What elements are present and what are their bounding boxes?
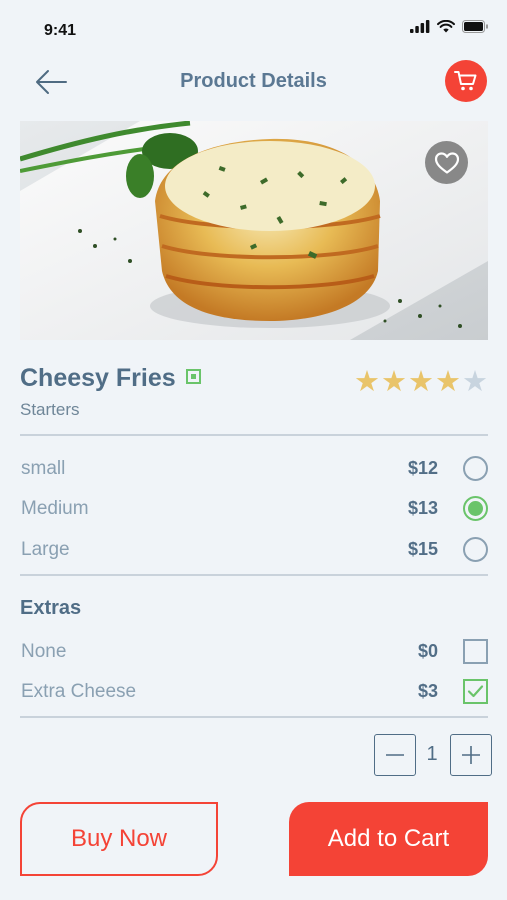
star-filled-icon: ★ — [381, 364, 407, 398]
food-photo — [20, 121, 488, 340]
star-filled-icon: ★ — [408, 364, 434, 398]
rating-stars: ★ ★ ★ ★ ★ — [354, 366, 488, 396]
size-label: Large — [21, 539, 70, 560]
extra-label: Extra Cheese — [21, 681, 137, 702]
divider — [20, 434, 488, 436]
veg-indicator-icon — [186, 369, 202, 384]
cellular-signal-icon — [410, 20, 430, 38]
extra-label: None — [21, 641, 67, 662]
size-option-large[interactable]: Large $15 — [20, 535, 488, 565]
checkmark-icon — [467, 685, 484, 698]
extra-price: $0 — [417, 641, 438, 661]
extra-option-none[interactable]: None $0 — [20, 637, 488, 667]
divider — [20, 574, 488, 576]
star-filled-icon: ★ — [354, 364, 380, 398]
status-bar: 9:41 — [0, 0, 507, 60]
quantity-stepper: 1 — [374, 734, 492, 778]
wifi-icon — [437, 19, 455, 38]
increase-quantity-button[interactable] — [450, 734, 492, 776]
size-price: $13 — [407, 498, 438, 518]
extra-checkbox[interactable] — [463, 639, 488, 664]
product-category: Starters — [20, 400, 80, 419]
size-radio[interactable] — [463, 456, 488, 481]
favorite-button[interactable] — [425, 141, 468, 184]
status-time: 9:41 — [44, 22, 77, 39]
cart-icon — [454, 71, 477, 91]
size-price: $15 — [407, 539, 438, 559]
size-radio[interactable] — [463, 496, 488, 521]
size-option-small[interactable]: small $12 — [20, 454, 488, 484]
size-label: small — [21, 458, 66, 479]
star-empty-icon: ★ — [462, 364, 488, 398]
size-label: Medium — [21, 498, 89, 519]
product-name: Cheesy Fries — [20, 364, 176, 392]
size-radio[interactable] — [463, 537, 488, 562]
status-icons — [410, 19, 489, 38]
heart-icon — [434, 151, 459, 174]
extras-title: Extras — [20, 597, 82, 619]
decrease-quantity-button[interactable] — [374, 734, 416, 776]
minus-icon — [386, 754, 404, 756]
quantity-value: 1 — [426, 743, 438, 765]
extra-price: $3 — [417, 681, 438, 701]
cart-button[interactable] — [445, 60, 487, 102]
battery-icon — [462, 20, 489, 38]
size-price: $12 — [407, 458, 438, 478]
extra-option-extra-cheese[interactable]: Extra Cheese $3 — [20, 677, 488, 707]
add-to-cart-button[interactable]: Add to Cart — [289, 802, 488, 876]
page-title: Product Details — [180, 70, 327, 92]
extra-checkbox[interactable] — [463, 679, 488, 704]
divider — [20, 716, 488, 718]
star-filled-icon: ★ — [435, 364, 461, 398]
header: Product Details — [0, 58, 507, 106]
buy-now-button[interactable]: Buy Now — [20, 802, 218, 876]
plus-icon — [462, 746, 480, 764]
product-image — [20, 121, 488, 340]
size-option-medium[interactable]: Medium $13 — [20, 494, 488, 524]
product-title-row: Cheesy Fries ★ ★ ★ ★ ★ — [20, 364, 488, 400]
